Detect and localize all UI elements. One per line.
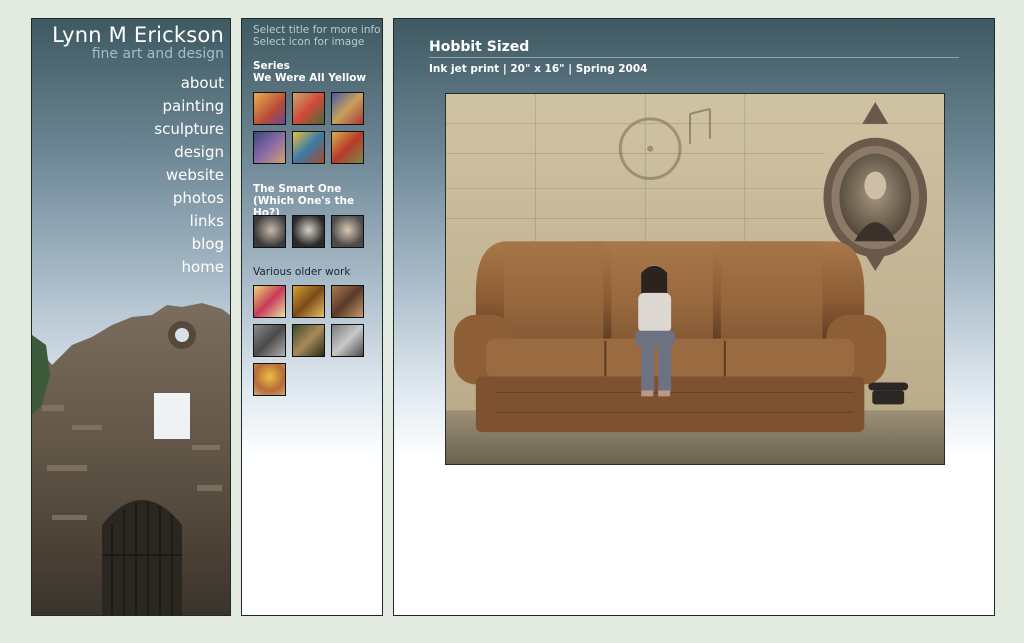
nav-panel: Lynn M Erickson fine art and design abou…	[31, 18, 231, 616]
thumbnail[interactable]	[331, 215, 364, 248]
thumb-grid-we-were-all-yellow	[253, 92, 379, 170]
nav-link-home[interactable]: home	[154, 256, 224, 279]
thumbnail[interactable]	[331, 131, 364, 164]
title-divider	[429, 57, 959, 58]
thumbnail[interactable]	[292, 131, 325, 164]
series-name: Various older work	[253, 266, 351, 278]
artwork-title: Hobbit Sized	[429, 39, 530, 55]
thumbnail[interactable]	[292, 324, 325, 357]
artwork-panel: Hobbit Sized Ink jet print | 20" x 16" |…	[393, 18, 995, 616]
nav-link-about[interactable]: about	[154, 72, 224, 95]
nav-link-painting[interactable]: painting	[154, 95, 224, 118]
nav-link-design[interactable]: design	[154, 141, 224, 164]
series-name: We Were All Yellow	[253, 72, 367, 84]
thumbnail[interactable]	[253, 92, 286, 125]
artwork-details: Ink jet print | 20" x 16" | Spring 2004	[429, 63, 648, 75]
ruin-photo	[32, 295, 230, 615]
thumbnail[interactable]	[253, 215, 286, 248]
nav-menu: about painting sculpture design website …	[154, 72, 224, 279]
thumbnail[interactable]	[292, 92, 325, 125]
series-label: Series	[253, 60, 290, 72]
thumbnail[interactable]	[331, 324, 364, 357]
series-name: The Smart One	[253, 183, 342, 195]
hint-title-info: Select title for more info	[253, 24, 381, 36]
thumb-grid-the-smart-one	[253, 215, 379, 254]
nav-link-blog[interactable]: blog	[154, 233, 224, 256]
thumbnail[interactable]	[253, 285, 286, 318]
nav-link-sculpture[interactable]: sculpture	[154, 118, 224, 141]
thumbnail[interactable]	[253, 324, 286, 357]
thumbnail[interactable]	[292, 215, 325, 248]
instructions: Select title for more info Select icon f…	[253, 24, 381, 48]
thumbnail[interactable]	[253, 131, 286, 164]
series-title-we-were-all-yellow[interactable]: Series We Were All Yellow	[253, 60, 366, 84]
thumbnail-panel: Select title for more info Select icon f…	[241, 18, 383, 616]
thumbnail[interactable]	[292, 285, 325, 318]
thumbnail[interactable]	[331, 285, 364, 318]
thumbnail[interactable]	[331, 92, 364, 125]
series-title-the-smart-one[interactable]: The Smart One (Which One's the Ho?)	[253, 183, 382, 219]
site-subtitle: fine art and design	[91, 46, 224, 62]
thumb-grid-various-older-work	[253, 285, 379, 402]
artwork-image	[445, 93, 945, 465]
series-title-various-older-work[interactable]: Various older work	[253, 266, 350, 278]
nav-link-photos[interactable]: photos	[154, 187, 224, 210]
nav-link-website[interactable]: website	[154, 164, 224, 187]
hint-icon-image: Select icon for image	[253, 36, 365, 48]
nav-link-links[interactable]: links	[154, 210, 224, 233]
site-title[interactable]: Lynn M Erickson	[52, 23, 224, 47]
thumbnail[interactable]	[253, 363, 286, 396]
